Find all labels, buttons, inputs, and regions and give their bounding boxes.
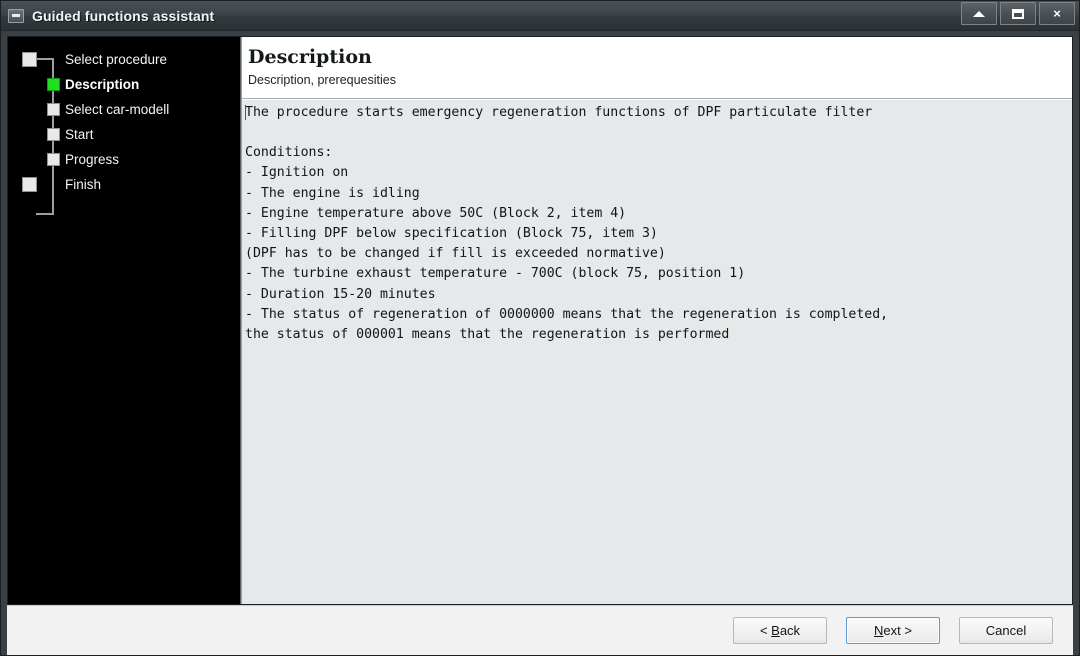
- cancel-button[interactable]: Cancel: [959, 617, 1053, 644]
- window-title: Guided functions assistant: [32, 7, 215, 24]
- sidebar-item-label: Description: [65, 77, 140, 92]
- page-title: Description: [248, 46, 372, 68]
- sidebar-item-label: Select procedure: [65, 52, 168, 67]
- text-caret: [245, 104, 246, 120]
- minimize-button[interactable]: [961, 2, 997, 25]
- up-arrow-icon: [973, 10, 985, 17]
- step-node: [22, 52, 37, 67]
- step-node: [47, 153, 60, 166]
- minimize-box-icon[interactable]: [8, 8, 24, 23]
- sidebar-item-select-procedure[interactable]: Select procedure: [8, 47, 240, 72]
- sidebar-item-select-car-modell[interactable]: Select car-modell: [8, 97, 240, 122]
- next-button[interactable]: Next >: [846, 617, 940, 644]
- window-controls: ×: [961, 2, 1075, 25]
- description-text-area[interactable]: The procedure starts emergency regenerat…: [242, 98, 1072, 604]
- step-node: [22, 177, 37, 192]
- step-list: Select procedure Description Select car-…: [8, 47, 240, 215]
- title-bar[interactable]: Guided functions assistant ×: [1, 1, 1079, 31]
- sidebar-item-description[interactable]: Description: [8, 72, 240, 97]
- window-content: Select procedure Description Select car-…: [1, 31, 1079, 655]
- back-button[interactable]: < Back: [733, 617, 827, 644]
- sidebar-item-label: Progress: [65, 152, 120, 167]
- close-button[interactable]: ×: [1039, 2, 1075, 25]
- page-header: Description Description, prerequesities: [242, 37, 1072, 99]
- close-icon: ×: [1053, 6, 1061, 21]
- guided-functions-assistant-window: Guided functions assistant × Select proc…: [0, 0, 1080, 656]
- restore-button[interactable]: [1000, 2, 1036, 25]
- step-node: [47, 128, 60, 141]
- sidebar-item-progress[interactable]: Progress: [8, 147, 240, 172]
- step-node: [47, 103, 60, 116]
- panes: Select procedure Description Select car-…: [7, 36, 1073, 605]
- footer-button-bar: < Back Next > Cancel: [7, 605, 1073, 655]
- sidebar-item-label: Select car-modell: [65, 102, 170, 117]
- sidebar-item-start[interactable]: Start: [8, 122, 240, 147]
- page-subtitle: Description, prerequesities: [248, 72, 396, 87]
- description-body-text: The procedure starts emergency regenerat…: [245, 104, 889, 343]
- connector-line: [36, 213, 54, 215]
- sidebar-item-label: Start: [65, 127, 94, 142]
- wizard-step-sidebar: Select procedure Description Select car-…: [8, 37, 241, 604]
- step-node-active: [47, 78, 60, 91]
- sidebar-item-finish[interactable]: Finish: [8, 172, 240, 197]
- main-pane: Description Description, prerequesities …: [241, 37, 1072, 604]
- restore-box-icon: [1012, 8, 1024, 19]
- sidebar-item-label: Finish: [65, 177, 102, 192]
